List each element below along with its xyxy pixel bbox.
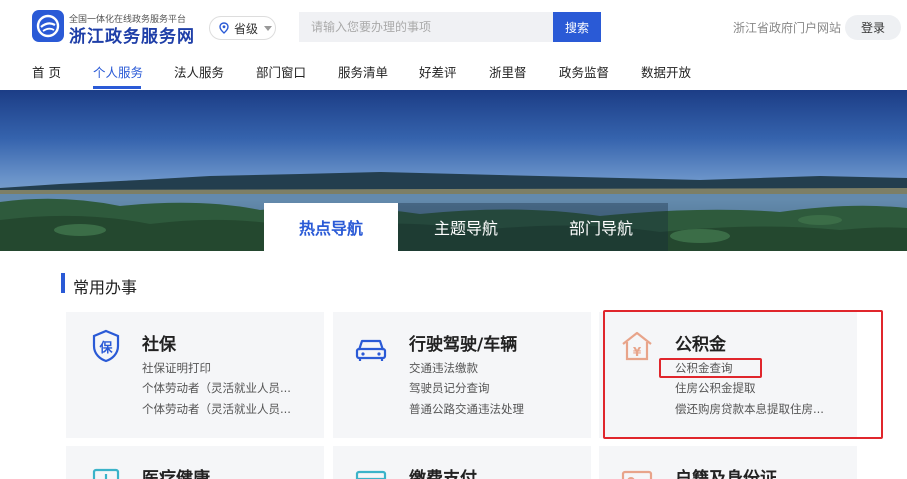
card-title[interactable]: 医疗健康	[142, 464, 210, 479]
card-link[interactable]: 偿还购房贷款本息提取住房...	[675, 401, 824, 417]
card-link[interactable]: 公积金查询	[675, 360, 733, 376]
search-button[interactable]: 搜索	[553, 12, 601, 42]
service-card-housing-fund[interactable]: ¥ 公积金 公积金查询 住房公积金提取 偿还购房贷款本息提取住房...	[599, 312, 857, 438]
card-title[interactable]: 社保	[142, 330, 176, 355]
portal-link[interactable]: 浙江省政府门户网站	[733, 19, 841, 36]
tab-topic-navigation[interactable]: 主题导航	[398, 203, 534, 251]
site-header: 全国一体化在线政务服务平台 浙江政务服务网 省级 搜索 浙江省政府门户网站 登录	[0, 0, 907, 54]
medical-kit-icon	[92, 468, 120, 479]
tab-hot-navigation[interactable]: 热点导航	[264, 203, 398, 251]
chevron-down-icon	[264, 25, 273, 31]
section-accent-bar	[61, 273, 65, 293]
card-title[interactable]: 缴费支付	[409, 464, 477, 479]
site-logo-icon[interactable]	[32, 10, 64, 42]
nav-active-indicator	[93, 86, 141, 89]
card-link[interactable]: 社保证明打印	[142, 360, 211, 376]
section-title: 常用办事	[73, 278, 138, 297]
region-label: 省级	[234, 21, 259, 36]
card-link[interactable]: 普通公路交通违法处理	[409, 401, 524, 417]
card-payment-icon	[355, 470, 387, 479]
nav-item-service-list[interactable]: 服务清单	[338, 62, 388, 81]
main-nav: 首 页 个人服务 法人服务 部门窗口 服务清单 好差评 浙里督 政务监督 数据开…	[0, 54, 907, 90]
nav-item-corporate-services[interactable]: 法人服务	[174, 62, 224, 81]
id-card-icon	[621, 470, 653, 479]
card-title[interactable]: 户籍及身份证	[675, 464, 777, 479]
service-card-payment[interactable]: 缴费支付	[333, 446, 591, 479]
nav-item-zheli-supervision[interactable]: 浙里督	[489, 62, 527, 81]
house-yuan-icon: ¥	[622, 331, 652, 361]
service-card-household-id[interactable]: 户籍及身份证	[599, 446, 857, 479]
tab-department-navigation[interactable]: 部门导航	[534, 203, 668, 251]
nav-item-home[interactable]: 首 页	[32, 62, 61, 81]
card-link[interactable]: 个体劳动者（灵活就业人员...	[142, 401, 291, 417]
nav-item-ratings[interactable]: 好差评	[419, 62, 457, 81]
card-title[interactable]: 公积金	[675, 330, 726, 355]
nav-item-personal-services[interactable]: 个人服务	[93, 62, 143, 81]
card-link[interactable]: 住房公积金提取	[675, 380, 756, 396]
region-selector[interactable]: 省级	[209, 16, 276, 40]
card-link[interactable]: 个体劳动者（灵活就业人员...	[142, 380, 291, 396]
svg-text:保: 保	[98, 340, 113, 356]
card-link[interactable]: 驾驶员记分查询	[409, 380, 490, 396]
location-pin-icon	[219, 22, 229, 34]
car-icon	[355, 339, 387, 361]
service-card-medical-health[interactable]: 医疗健康	[66, 446, 324, 479]
svg-text:¥: ¥	[633, 345, 642, 359]
card-link[interactable]: 交通违法缴款	[409, 360, 478, 376]
nav-item-department-windows[interactable]: 部门窗口	[256, 62, 306, 81]
login-button[interactable]: 登录	[845, 15, 901, 40]
nav-item-government-oversight[interactable]: 政务监督	[559, 62, 609, 81]
service-card-social-security[interactable]: 保 社保 社保证明打印 个体劳动者（灵活就业人员... 个体劳动者（灵活就业人员…	[66, 312, 324, 438]
card-title[interactable]: 行驶驾驶/车辆	[409, 330, 517, 355]
search-input[interactable]	[299, 12, 553, 42]
service-card-driving-vehicles[interactable]: 行驶驾驶/车辆 交通违法缴款 驾驶员记分查询 普通公路交通违法处理	[333, 312, 591, 438]
nav-item-open-data[interactable]: 数据开放	[641, 62, 691, 81]
shield-bao-icon: 保	[92, 329, 120, 363]
site-title[interactable]: 浙江政务服务网	[69, 22, 195, 47]
